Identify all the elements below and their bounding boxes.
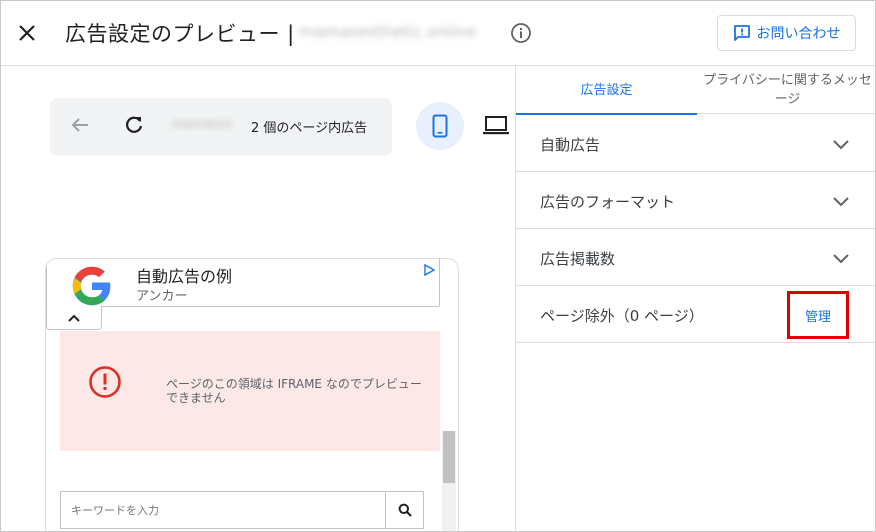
section-label: 広告掲載数 xyxy=(540,250,616,268)
reload-icon[interactable] xyxy=(123,114,145,136)
chevron-down-icon xyxy=(833,140,849,150)
site-name-blurred: mamasss xyxy=(171,117,233,132)
keyword-search xyxy=(60,491,424,529)
chevron-down-icon xyxy=(833,254,849,264)
ad-preview-dialog: 広告設定のプレビュー | mamasesthetic.online お問い合わせ xyxy=(0,0,876,532)
section-ad-formats[interactable]: 広告のフォーマット xyxy=(516,172,875,229)
tab-privacy-messages[interactable]: プライバシーに関するメッセージ xyxy=(697,66,875,114)
scrollbar-thumb[interactable] xyxy=(443,431,455,483)
close-icon xyxy=(19,25,35,41)
info-icon[interactable] xyxy=(510,22,532,44)
google-logo-icon xyxy=(72,266,111,306)
iframe-message: ページのこの領域は IFRAME なのでプレビューできません xyxy=(166,377,422,405)
settings-tabs: 広告設定 プライバシーに関するメッセージ xyxy=(516,66,875,115)
preview-scrollbar[interactable] xyxy=(442,431,456,531)
search-icon xyxy=(398,503,412,517)
dialog-header: 広告設定のプレビュー | mamasesthetic.online お問い合わせ xyxy=(1,1,875,66)
section-label: 広告のフォーマット xyxy=(540,193,676,211)
contact-button[interactable]: お問い合わせ xyxy=(717,15,856,51)
search-button[interactable] xyxy=(385,492,423,528)
tab-ad-settings[interactable]: 広告設定 xyxy=(516,66,697,115)
back-arrow-icon[interactable] xyxy=(69,114,91,136)
smartphone-icon xyxy=(432,114,448,138)
laptop-icon[interactable] xyxy=(483,114,509,136)
section-ad-load[interactable]: 広告掲載数 xyxy=(516,229,875,286)
contact-button-label: お問い合わせ xyxy=(756,26,841,42)
close-button[interactable] xyxy=(15,21,39,45)
anchor-ad-example[interactable]: 自動広告の例 アンカー xyxy=(46,259,440,307)
ad-example-title: 自動広告の例 xyxy=(136,267,233,286)
adchoices-icon[interactable] xyxy=(423,264,435,276)
keyword-input[interactable] xyxy=(61,492,385,528)
error-icon xyxy=(89,366,121,398)
manage-button[interactable]: 管理 xyxy=(787,291,849,339)
feedback-icon xyxy=(733,25,750,41)
section-label: 自動広告 xyxy=(540,136,601,154)
mobile-preview-frame: 自動広告の例 アンカー ページのこの領域は IFRAME なのでプレビューできま… xyxy=(45,258,459,531)
collapse-anchor-button[interactable] xyxy=(46,306,102,330)
settings-panel: 広告設定 プライバシーに関するメッセージ 自動広告 広告のフォーマット 広告掲載… xyxy=(515,66,875,531)
mobile-view-button[interactable] xyxy=(416,102,464,150)
section-auto-ads[interactable]: 自動広告 xyxy=(516,115,875,172)
ad-example-subtitle: アンカー xyxy=(136,289,188,304)
ad-count-label: 2 個のページ内広告 xyxy=(251,121,368,136)
chevron-down-icon xyxy=(833,197,849,207)
site-domain-blurred: mamasesthetic.online xyxy=(299,22,476,41)
chevron-up-icon xyxy=(68,314,80,322)
iframe-placeholder: ページのこの領域は IFRAME なのでプレビューできません xyxy=(60,331,440,451)
page-exclusion-label: ページ除外（0 ページ） xyxy=(540,307,704,325)
page-title: 広告設定のプレビュー | xyxy=(65,22,295,46)
preview-panel: mamasss 2 個のページ内広告 自動広告の例 アンカー ページのこの領域は… xyxy=(1,66,515,531)
